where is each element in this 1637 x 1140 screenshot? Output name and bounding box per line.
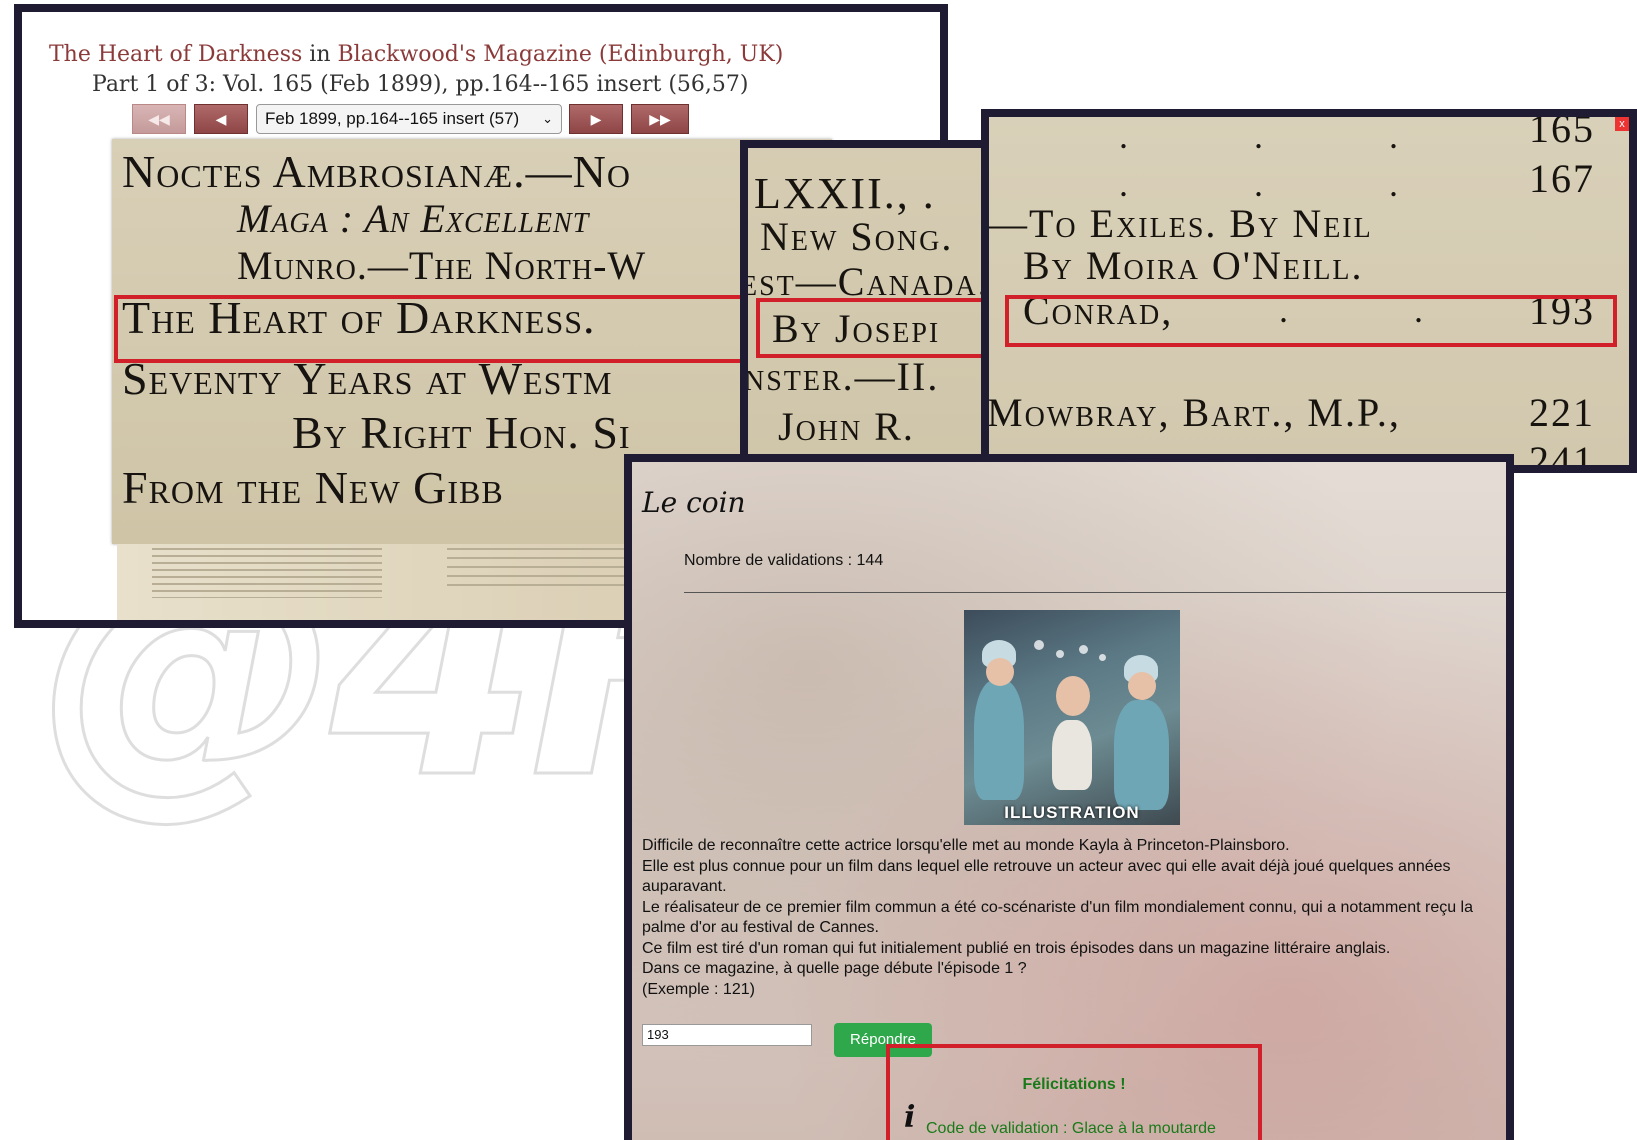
scan-line: John R.: [778, 404, 915, 449]
question-text: Difficile de reconnaître cette actrice l…: [642, 836, 1506, 1000]
question-line: Dans ce magazine, à quelle page débute l…: [642, 960, 1027, 977]
in-word: in: [309, 42, 331, 67]
child-head: [1056, 676, 1090, 716]
validation-code: Code de validation : Glace à la moutarde: [926, 1120, 1216, 1137]
close-icon[interactable]: x: [1615, 117, 1629, 131]
fine-print-block: [152, 548, 382, 598]
answer-input[interactable]: 193: [642, 1024, 812, 1046]
question-line: Ce film est tiré d'un roman qui fut init…: [642, 939, 1391, 957]
issue-select[interactable]: Feb 1899, pp.164--165 insert (57) ⌄: [256, 104, 562, 134]
scan-line: Noctes Ambrosianæ.—No: [122, 146, 631, 197]
scan-line: By Right Hon. Si: [292, 407, 631, 458]
page-number: 221: [1529, 390, 1595, 435]
figure: [1114, 700, 1169, 810]
question-line: Elle est plus connue pour un film dans l…: [642, 857, 1451, 896]
divider: [684, 592, 1506, 593]
question-line: (Exemple : 121): [642, 980, 755, 998]
last-issue-button[interactable]: ▶▶: [631, 104, 689, 134]
figure-head: [1128, 672, 1156, 700]
question-line: Difficile de reconnaître cette actrice l…: [642, 837, 1290, 854]
page-title: Le coin: [642, 486, 746, 519]
scan-line: LXXII., .: [754, 169, 936, 218]
story-title-link[interactable]: The Heart of Darkness: [49, 42, 302, 67]
figure: [974, 680, 1024, 800]
success-message-box: Félicitations ! i Code de validation : G…: [886, 1044, 1262, 1140]
prev-issue-button[interactable]: ◀: [194, 104, 248, 134]
chevron-down-icon: ⌄: [542, 111, 553, 126]
success-title: Félicitations !: [1022, 1076, 1126, 1093]
question-line: Le réalisateur de ce premier film commun…: [642, 898, 1474, 937]
illustration-image: ILLUSTRATION: [964, 610, 1180, 825]
scan-line: —To Exiles. By Neil: [987, 201, 1373, 246]
highlight-box: [1005, 295, 1617, 347]
lamp-light: [1056, 650, 1064, 658]
part-info: Part 1 of 3: Vol. 165 (Feb 1899), pp.164…: [92, 72, 749, 97]
lamp-light: [1079, 645, 1088, 654]
info-icon: i: [904, 1100, 916, 1135]
child-figure: [1052, 720, 1092, 790]
highlight-box: [756, 298, 996, 358]
leader-dots: . . .: [1119, 164, 1398, 204]
next-issue-button[interactable]: ▶: [569, 104, 623, 134]
validations-count: Nombre de validations : 144: [684, 552, 884, 569]
first-issue-button[interactable]: ◀◀: [132, 104, 186, 134]
scan-line: Munro.—The North-W: [237, 243, 647, 288]
scan-line: Mowbray, Bart., M.P.,: [987, 390, 1401, 435]
illustration-caption: ILLUSTRATION: [1004, 803, 1140, 822]
figure-head: [986, 658, 1014, 686]
scan-line: New Song.: [760, 214, 954, 259]
lamp-light: [1034, 640, 1044, 650]
page-number: 241: [1529, 438, 1595, 473]
scan-line: From the New Gibb: [122, 462, 504, 513]
leader-dots: . . .: [1119, 116, 1398, 156]
scan-zoom-right: . . . 165 . . . 167 —To Exiles. By Neil …: [981, 109, 1637, 473]
page-number: 167: [1529, 156, 1595, 201]
story-heading: The Heart of Darkness in Blackwood's Mag…: [49, 42, 783, 67]
highlight-box: [114, 295, 764, 363]
scan-line: nster.—II.: [744, 354, 940, 399]
issue-select-value: Feb 1899, pp.164--165 insert (57): [265, 109, 520, 128]
scan-line: By Moira O'Neill.: [1023, 243, 1364, 288]
scan-zoom-right-image: . . . 165 . . . 167 —To Exiles. By Neil …: [989, 117, 1629, 465]
scan-line: Maga : An Excellent: [237, 196, 590, 241]
magazine-link[interactable]: Blackwood's Magazine (Edinburgh, UK): [338, 42, 784, 67]
fine-print-block: [447, 548, 647, 588]
page-number: 165: [1529, 109, 1595, 151]
lecoin-window: Le coin Nombre de validations : 144 ILLU…: [624, 454, 1514, 1140]
lamp-light: [1099, 654, 1106, 661]
